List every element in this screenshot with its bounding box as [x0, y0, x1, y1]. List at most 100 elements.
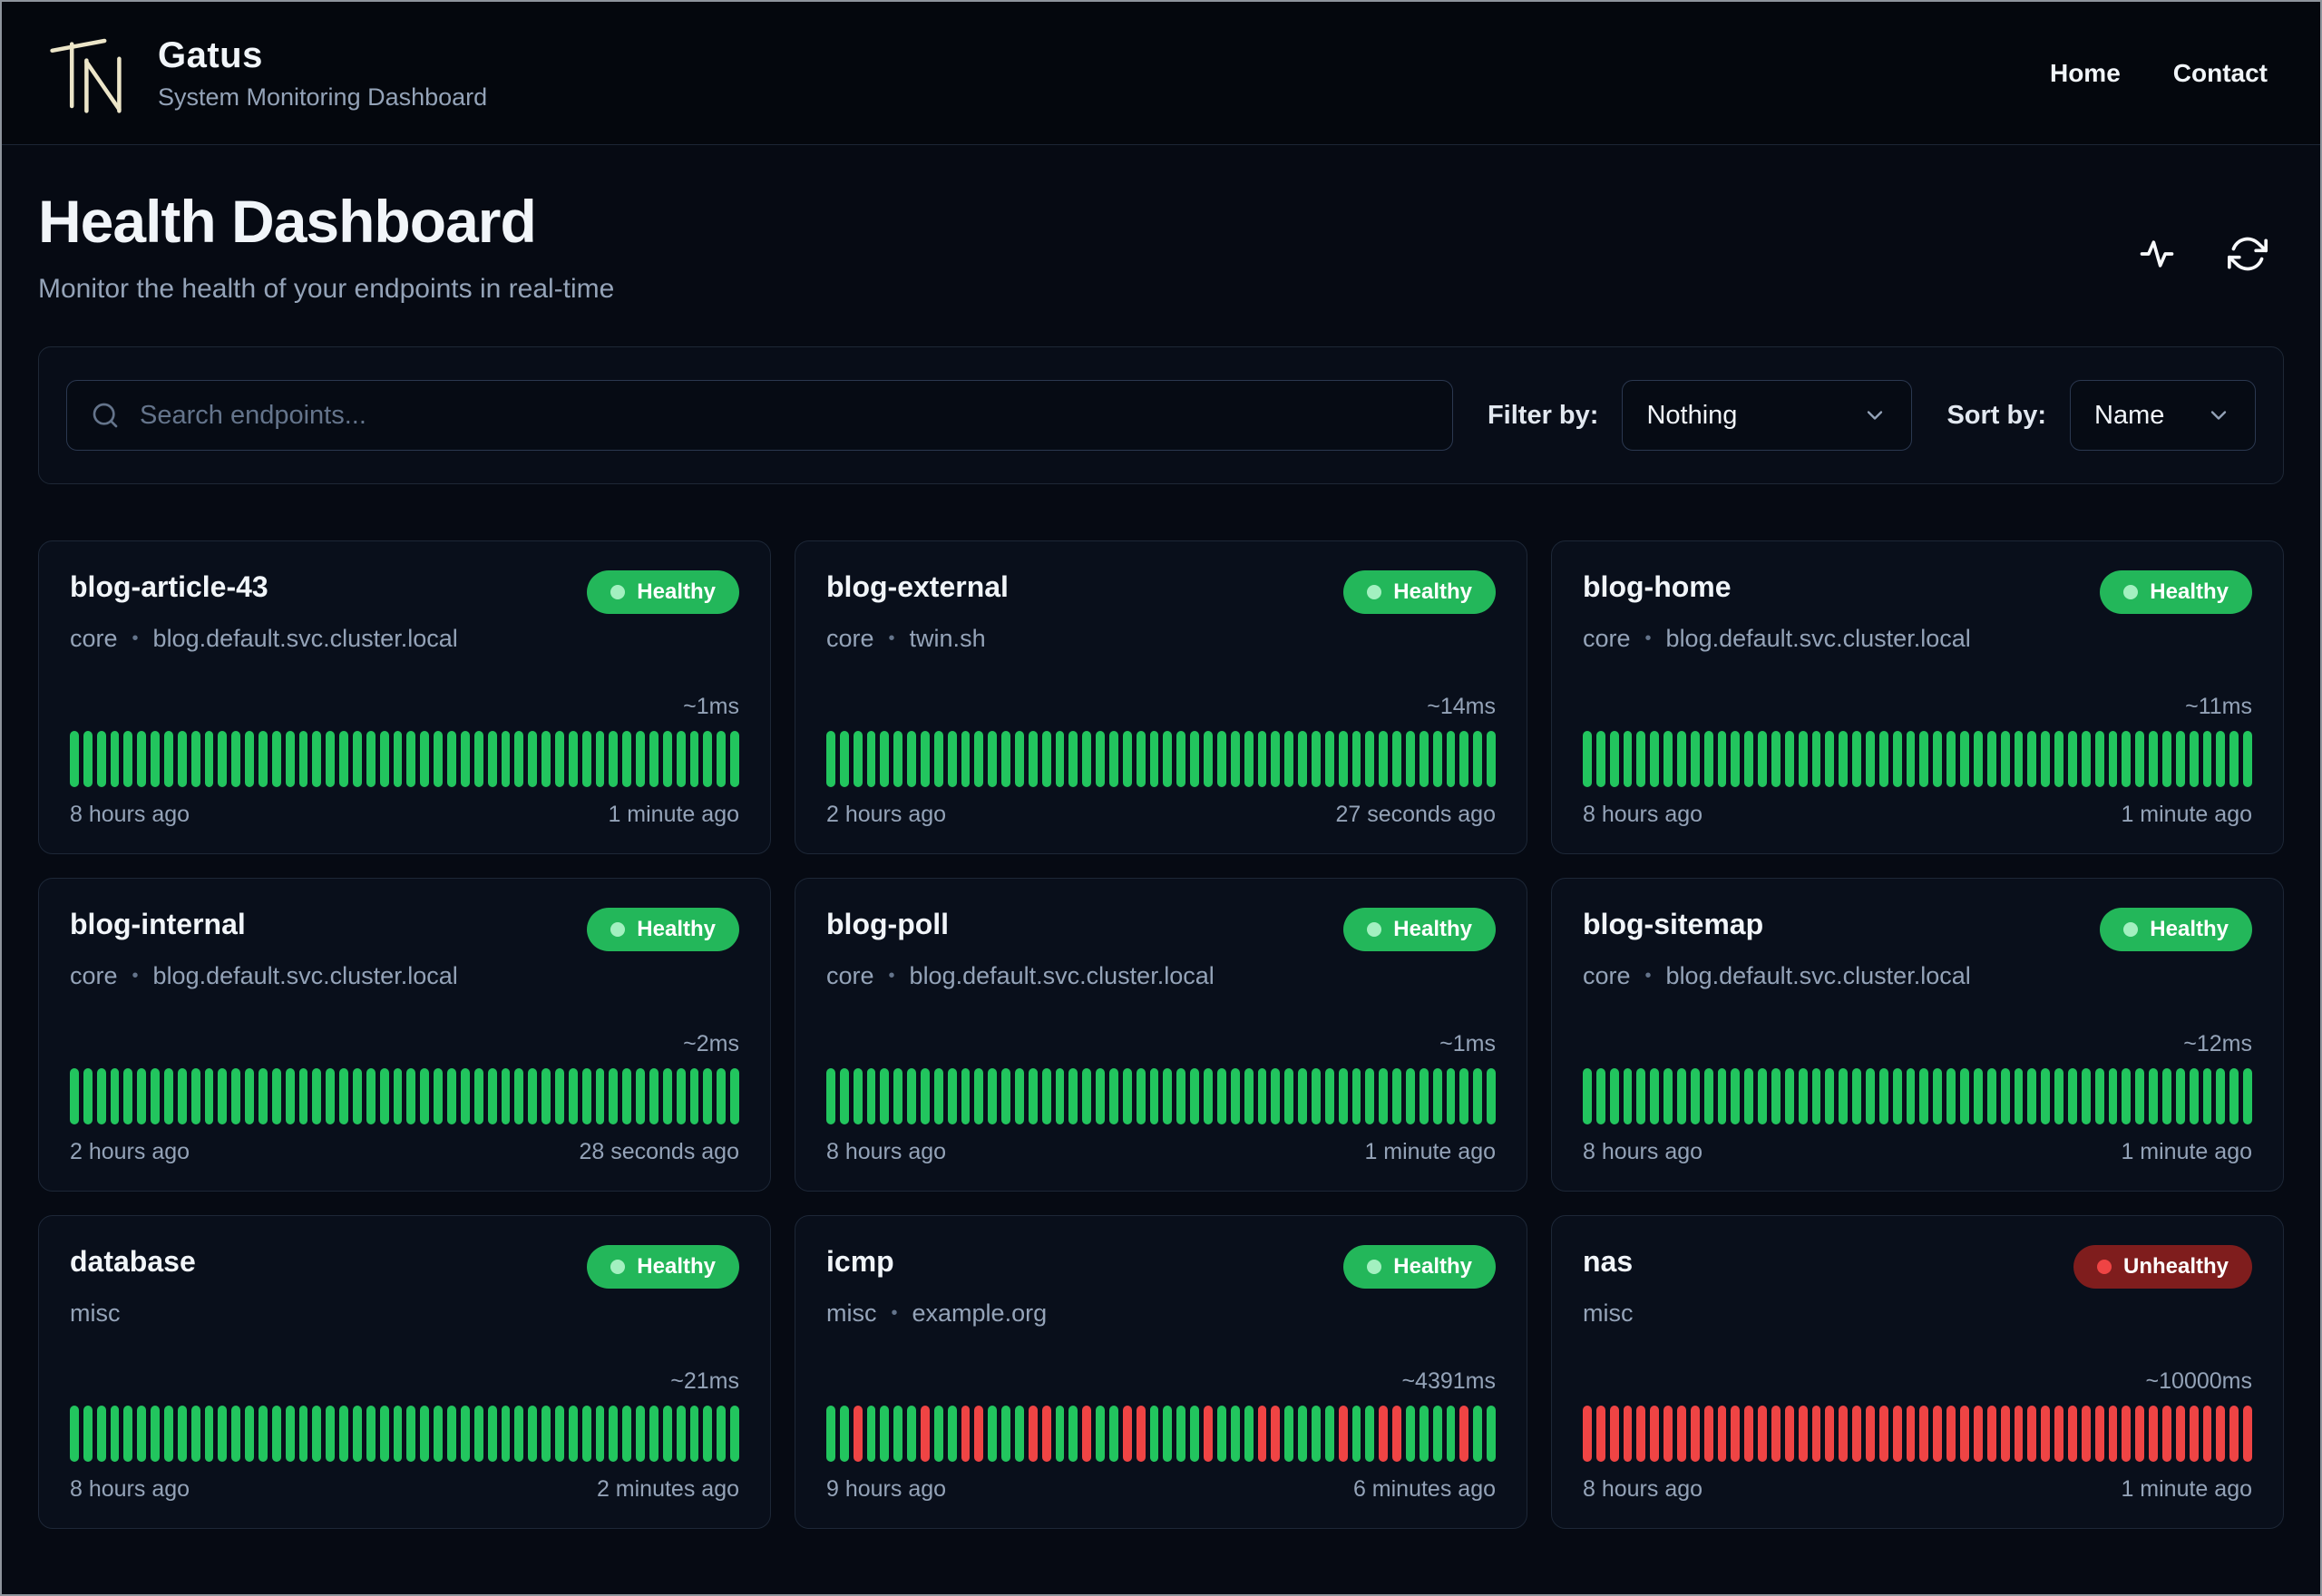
- healthy-bar[interactable]: [730, 1068, 739, 1124]
- healthy-bar[interactable]: [1284, 731, 1294, 787]
- healthy-bar[interactable]: [2067, 1068, 2077, 1124]
- healthy-bar[interactable]: [2149, 1068, 2158, 1124]
- healthy-bar[interactable]: [676, 1068, 686, 1124]
- healthy-bar[interactable]: [2175, 731, 2185, 787]
- healthy-bar[interactable]: [1583, 1068, 1592, 1124]
- healthy-bar[interactable]: [1432, 1406, 1442, 1462]
- healthy-bar[interactable]: [636, 1068, 645, 1124]
- unhealthy-bar[interactable]: [1878, 1406, 1888, 1462]
- healthy-bar[interactable]: [689, 1068, 699, 1124]
- healthy-bar[interactable]: [1623, 731, 1633, 787]
- unhealthy-bar[interactable]: [1271, 1406, 1281, 1462]
- healthy-bar[interactable]: [2189, 731, 2199, 787]
- healthy-bar[interactable]: [1136, 1068, 1146, 1124]
- nav-contact[interactable]: Contact: [2173, 59, 2268, 88]
- healthy-bar[interactable]: [379, 1068, 389, 1124]
- healthy-bar[interactable]: [1892, 1068, 1902, 1124]
- unhealthy-bar[interactable]: [1933, 1406, 1943, 1462]
- healthy-bar[interactable]: [487, 1068, 497, 1124]
- healthy-bar[interactable]: [2041, 1068, 2051, 1124]
- healthy-bar[interactable]: [1432, 731, 1442, 787]
- healthy-bar[interactable]: [406, 1406, 416, 1462]
- healthy-bar[interactable]: [1176, 731, 1186, 787]
- unhealthy-bar[interactable]: [853, 1406, 863, 1462]
- healthy-bar[interactable]: [1866, 1068, 1875, 1124]
- healthy-bar[interactable]: [420, 731, 430, 787]
- healthy-bar[interactable]: [933, 731, 943, 787]
- unhealthy-bar[interactable]: [2175, 1406, 2185, 1462]
- endpoint-card[interactable]: blog-sitemap Healthy core • blog.default…: [1551, 878, 2284, 1192]
- healthy-bar[interactable]: [1190, 1068, 1200, 1124]
- healthy-bar[interactable]: [1298, 1068, 1307, 1124]
- healthy-bar[interactable]: [1595, 1068, 1605, 1124]
- healthy-bar[interactable]: [1338, 731, 1348, 787]
- healthy-bar[interactable]: [1109, 731, 1118, 787]
- healthy-bar[interactable]: [406, 731, 416, 787]
- healthy-bar[interactable]: [2054, 731, 2063, 787]
- healthy-bar[interactable]: [662, 731, 672, 787]
- healthy-bar[interactable]: [1595, 731, 1605, 787]
- healthy-bar[interactable]: [1986, 1068, 1996, 1124]
- healthy-bar[interactable]: [1230, 1068, 1240, 1124]
- healthy-bar[interactable]: [1473, 1068, 1483, 1124]
- unhealthy-bar[interactable]: [1636, 1406, 1646, 1462]
- healthy-bar[interactable]: [907, 731, 917, 787]
- healthy-bar[interactable]: [1609, 1068, 1619, 1124]
- healthy-bar[interactable]: [285, 1068, 295, 1124]
- healthy-bar[interactable]: [907, 1068, 917, 1124]
- unhealthy-bar[interactable]: [1338, 1406, 1348, 1462]
- unhealthy-bar[interactable]: [2229, 1406, 2239, 1462]
- healthy-bar[interactable]: [1015, 1068, 1024, 1124]
- healthy-bar[interactable]: [285, 1406, 295, 1462]
- healthy-bar[interactable]: [933, 1406, 943, 1462]
- healthy-bar[interactable]: [1244, 731, 1254, 787]
- healthy-bar[interactable]: [2014, 731, 2024, 787]
- healthy-bar[interactable]: [1758, 1068, 1768, 1124]
- healthy-bar[interactable]: [717, 1068, 727, 1124]
- healthy-bar[interactable]: [339, 1406, 349, 1462]
- healthy-bar[interactable]: [689, 1406, 699, 1462]
- healthy-bar[interactable]: [1419, 1406, 1429, 1462]
- healthy-bar[interactable]: [866, 1406, 876, 1462]
- healthy-bar[interactable]: [1609, 731, 1619, 787]
- unhealthy-bar[interactable]: [1784, 1406, 1794, 1462]
- healthy-bar[interactable]: [1230, 731, 1240, 787]
- unhealthy-bar[interactable]: [2202, 1406, 2212, 1462]
- healthy-bar[interactable]: [298, 731, 308, 787]
- healthy-bar[interactable]: [1690, 1068, 1700, 1124]
- healthy-bar[interactable]: [83, 1406, 93, 1462]
- unhealthy-bar[interactable]: [2108, 1406, 2118, 1462]
- healthy-bar[interactable]: [1731, 1068, 1741, 1124]
- unhealthy-bar[interactable]: [1595, 1406, 1605, 1462]
- healthy-bar[interactable]: [826, 1406, 835, 1462]
- healthy-bar[interactable]: [554, 731, 564, 787]
- healthy-bar[interactable]: [581, 1406, 591, 1462]
- unhealthy-bar[interactable]: [1703, 1406, 1713, 1462]
- healthy-bar[interactable]: [1892, 731, 1902, 787]
- healthy-bar[interactable]: [921, 731, 930, 787]
- healthy-bar[interactable]: [1109, 1406, 1118, 1462]
- healthy-bar[interactable]: [218, 1068, 228, 1124]
- healthy-bar[interactable]: [2135, 1068, 2145, 1124]
- healthy-bar[interactable]: [2122, 731, 2132, 787]
- healthy-bar[interactable]: [1839, 731, 1849, 787]
- healthy-bar[interactable]: [1001, 1406, 1011, 1462]
- healthy-bar[interactable]: [974, 1068, 984, 1124]
- healthy-bar[interactable]: [1298, 731, 1307, 787]
- healthy-bar[interactable]: [1001, 1068, 1011, 1124]
- unhealthy-bar[interactable]: [1257, 1406, 1267, 1462]
- healthy-bar[interactable]: [1906, 1068, 1916, 1124]
- endpoint-card[interactable]: blog-external Healthy core • twin.sh ~14…: [795, 540, 1527, 854]
- healthy-bar[interactable]: [1432, 1068, 1442, 1124]
- healthy-bar[interactable]: [514, 1068, 524, 1124]
- unhealthy-bar[interactable]: [1082, 1406, 1092, 1462]
- healthy-bar[interactable]: [1487, 731, 1496, 787]
- unhealthy-bar[interactable]: [961, 1406, 971, 1462]
- healthy-bar[interactable]: [1919, 731, 1929, 787]
- healthy-bar[interactable]: [271, 731, 281, 787]
- healthy-bar[interactable]: [1933, 731, 1943, 787]
- healthy-bar[interactable]: [339, 731, 349, 787]
- healthy-bar[interactable]: [2216, 1068, 2226, 1124]
- healthy-bar[interactable]: [1284, 1068, 1294, 1124]
- unhealthy-bar[interactable]: [2094, 1406, 2104, 1462]
